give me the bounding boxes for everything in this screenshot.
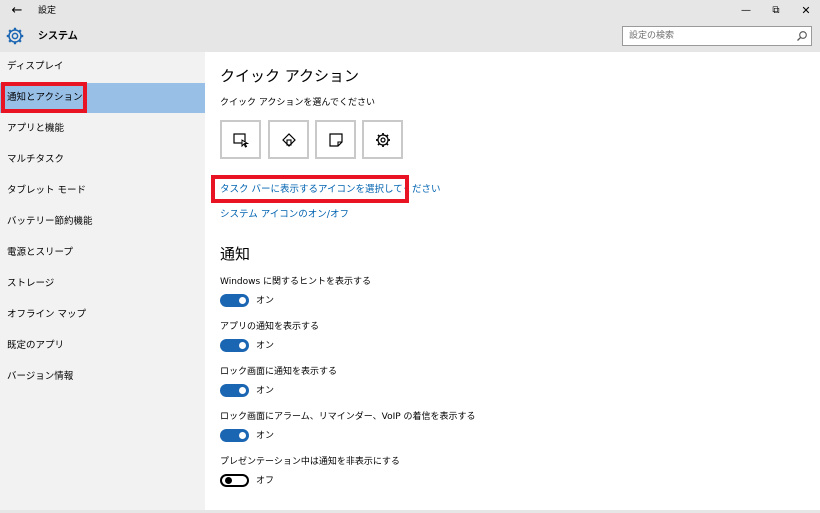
settings-icon	[376, 133, 390, 147]
sidebar: ディスプレイ 通知とアクション アプリと機能 マルチタスク タブレット モード …	[0, 52, 205, 513]
sidebar-item-label: オフライン マップ	[7, 309, 87, 320]
quick-action-tablet-mode[interactable]	[220, 120, 261, 159]
toggle-state: オン	[256, 296, 275, 306]
window-title: 設定	[38, 6, 57, 16]
page-header: システム 設定の検索	[0, 22, 820, 52]
sidebar-item-offline-maps[interactable]: オフライン マップ	[0, 300, 205, 330]
sidebar-item-label: タブレット モード	[7, 185, 87, 196]
search-icon[interactable]	[796, 30, 808, 42]
quick-action-settings[interactable]	[362, 120, 403, 159]
tips-toggle[interactable]	[220, 294, 249, 307]
search-input[interactable]: 設定の検索	[622, 26, 812, 46]
sidebar-item-label: ストレージ	[7, 278, 55, 289]
search-placeholder: 設定の検索	[629, 31, 675, 41]
sidebar-item-display[interactable]: ディスプレイ	[0, 52, 205, 82]
sidebar-item-default-apps[interactable]: 既定のアプリ	[0, 331, 205, 361]
system-icons-link[interactable]: システム アイコンのオン/オフ	[220, 208, 349, 221]
close-icon[interactable]: ✕	[794, 2, 818, 20]
title-bar: ← 設定 — ⧉ ✕	[0, 0, 820, 22]
sidebar-item-storage[interactable]: ストレージ	[0, 269, 205, 299]
app-notifications-toggle[interactable]	[220, 339, 249, 352]
restore-icon[interactable]: ⧉	[764, 2, 788, 20]
note-icon	[329, 133, 343, 147]
highlight-box	[1, 82, 87, 113]
location-icon	[282, 133, 296, 147]
toggle-knob	[239, 387, 246, 394]
toggle-knob	[239, 297, 246, 304]
sidebar-item-label: バージョン情報	[7, 371, 74, 382]
setting-label: Windows に関するヒントを表示する	[220, 277, 372, 287]
sidebar-item-label: 既定のアプリ	[7, 340, 65, 351]
tablet-mode-icon	[233, 133, 249, 148]
sidebar-item-battery-saver[interactable]: バッテリー節約機能	[0, 207, 205, 237]
lockscreen-notifications-toggle[interactable]	[220, 384, 249, 397]
toggle-state: オン	[256, 431, 275, 441]
minimize-icon[interactable]: —	[734, 2, 758, 20]
setting-label: プレゼンテーション中は通知を非表示にする	[220, 457, 400, 467]
presentation-toggle[interactable]	[220, 474, 249, 487]
toggle-knob	[225, 477, 232, 484]
gear-icon	[6, 27, 24, 45]
quick-actions-title: クイック アクション	[220, 67, 360, 85]
sidebar-item-multitasking[interactable]: マルチタスク	[0, 145, 205, 175]
sidebar-item-apps[interactable]: アプリと機能	[0, 114, 205, 144]
sidebar-item-tablet-mode[interactable]: タブレット モード	[0, 176, 205, 206]
toggle-knob	[239, 432, 246, 439]
sidebar-item-label: バッテリー節約機能	[7, 216, 93, 227]
back-arrow-icon[interactable]: ←	[8, 2, 26, 20]
setting-label: アプリの通知を表示する	[220, 322, 320, 332]
sidebar-item-power-sleep[interactable]: 電源とスリープ	[0, 238, 205, 268]
quick-action-location[interactable]	[268, 120, 309, 159]
sidebar-item-label: 電源とスリープ	[7, 247, 73, 258]
notifications-title: 通知	[220, 245, 251, 263]
quick-action-note[interactable]	[315, 120, 356, 159]
sidebar-item-label: アプリと機能	[7, 123, 65, 134]
toggle-state: オン	[256, 341, 275, 351]
highlight-box	[211, 175, 409, 203]
quick-actions-subtitle: クイック アクションを選んでください	[220, 98, 375, 108]
page-title: システム	[38, 31, 78, 42]
setting-label: ロック画面に通知を表示する	[220, 367, 338, 377]
toggle-state: オフ	[256, 476, 275, 486]
toggle-state: オン	[256, 386, 275, 396]
lockscreen-alarms-toggle[interactable]	[220, 429, 249, 442]
setting-label: ロック画面にアラーム、リマインダー、VoIP の着信を表示する	[220, 412, 476, 422]
sidebar-item-about[interactable]: バージョン情報	[0, 362, 205, 392]
toggle-knob	[239, 342, 246, 349]
sidebar-item-label: ディスプレイ	[7, 61, 64, 72]
sidebar-item-label: マルチタスク	[7, 154, 65, 165]
